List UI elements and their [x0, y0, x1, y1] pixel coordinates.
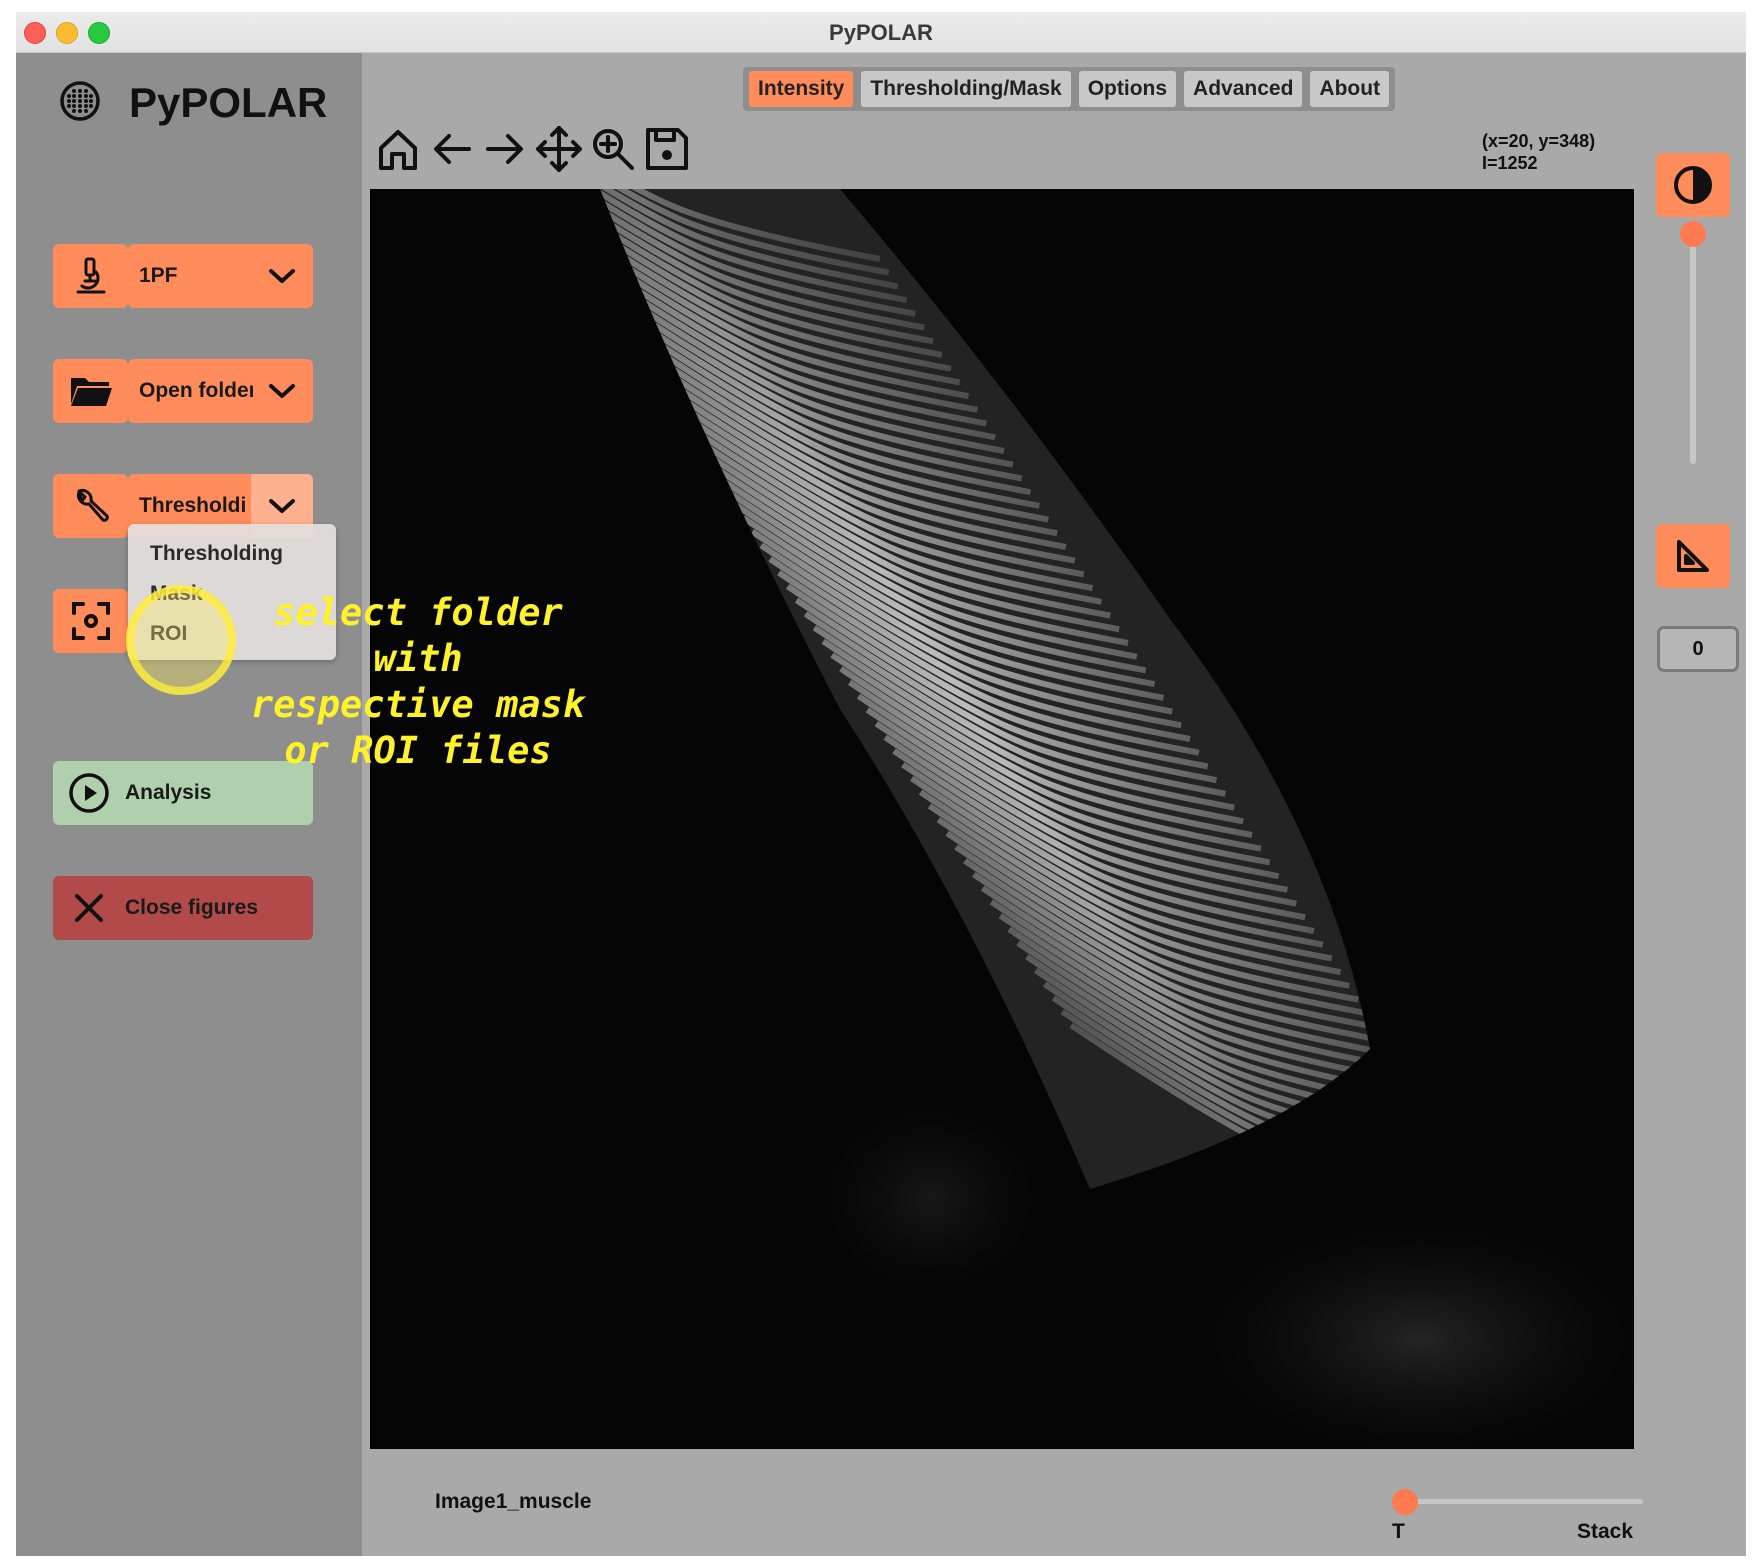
sidebar: PyPOLAR 1PF Open folder Thresholdi Analy… — [16, 53, 362, 1556]
chevron-down-icon[interactable] — [251, 359, 313, 423]
close-figures-button[interactable]: Close figures — [53, 876, 313, 940]
rotation-button[interactable] — [1656, 524, 1730, 588]
open-value: Open folder — [139, 379, 253, 402]
set-square-icon — [1677, 540, 1709, 572]
cursor-intensity: I=1252 — [1482, 153, 1538, 173]
microscopy-image — [370, 189, 1634, 1449]
wrench-icon — [76, 488, 109, 522]
image-canvas[interactable] — [370, 189, 1634, 1449]
open-combobox[interactable]: Open folder — [128, 359, 313, 423]
home-icon[interactable] — [373, 124, 423, 174]
forward-arrow-icon[interactable] — [480, 124, 530, 174]
microscope-icon — [76, 257, 105, 294]
dropdown-option-thresholding[interactable]: Thresholding — [150, 542, 283, 566]
highlight-circle — [126, 585, 236, 695]
pan-icon[interactable] — [534, 124, 584, 174]
mask-mode-button[interactable] — [53, 474, 128, 538]
image-name: Image1_muscle — [435, 1490, 592, 1513]
save-icon[interactable] — [642, 124, 692, 174]
mask-mode-value: Thresholding — [139, 494, 245, 517]
app-window: PyPOLAR PyPOLAR 1PF Open folder Threshol… — [16, 12, 1746, 1556]
close-icon — [53, 876, 125, 940]
rotation-value-field[interactable]: 0 — [1657, 626, 1739, 672]
stack-slider-track[interactable] — [1406, 1499, 1643, 1504]
cursor-position: (x=20, y=348) — [1482, 131, 1596, 151]
chevron-down-icon[interactable] — [251, 244, 313, 308]
contrast-icon — [1674, 166, 1712, 204]
annotation-text: select folder with respective mask or RO… — [238, 590, 598, 774]
tab-intensity[interactable]: Intensity — [749, 71, 854, 107]
method-button[interactable] — [53, 244, 128, 308]
stack-slider-knob[interactable] — [1392, 1489, 1418, 1515]
window-title: PyPOLAR — [829, 20, 933, 45]
contrast-slider-knob[interactable] — [1680, 221, 1706, 247]
tab-about[interactable]: About — [1310, 71, 1390, 107]
close-figures-label: Close figures — [125, 896, 259, 919]
contrast-button[interactable] — [1656, 153, 1730, 217]
title-bar: PyPOLAR — [16, 12, 1746, 53]
open-button[interactable] — [53, 359, 128, 423]
contrast-slider-track[interactable] — [1690, 234, 1696, 464]
method-combobox[interactable]: 1PF — [128, 244, 313, 308]
play-circle-icon — [53, 761, 125, 825]
cursor-readout: (x=20, y=348) I=1252 — [1482, 130, 1595, 174]
zoom-icon[interactable] — [588, 124, 638, 174]
tab-options[interactable]: Options — [1078, 71, 1177, 107]
focus-frame-icon — [71, 602, 110, 640]
grid-circle-icon — [60, 81, 100, 121]
folder-icon — [70, 378, 112, 406]
back-arrow-icon[interactable] — [427, 124, 477, 174]
tab-thresholding-mask[interactable]: Thresholding/Mask — [861, 71, 1071, 107]
method-value: 1PF — [139, 264, 178, 287]
annotation-line-2: respective mask — [250, 683, 586, 726]
analysis-label: Analysis — [125, 781, 212, 804]
tab-bar: Intensity Thresholding/Mask Options Adva… — [743, 67, 1396, 111]
roi-button[interactable] — [53, 589, 128, 653]
stack-slider-label-t: T — [1392, 1520, 1405, 1543]
app-name: PyPOLAR — [129, 79, 328, 126]
stack-slider-label-stack: Stack — [1577, 1520, 1634, 1543]
annotation-line-3: or ROI files — [284, 729, 552, 772]
tab-advanced[interactable]: Advanced — [1184, 71, 1303, 107]
annotation-line-1: select folder with — [273, 591, 563, 680]
